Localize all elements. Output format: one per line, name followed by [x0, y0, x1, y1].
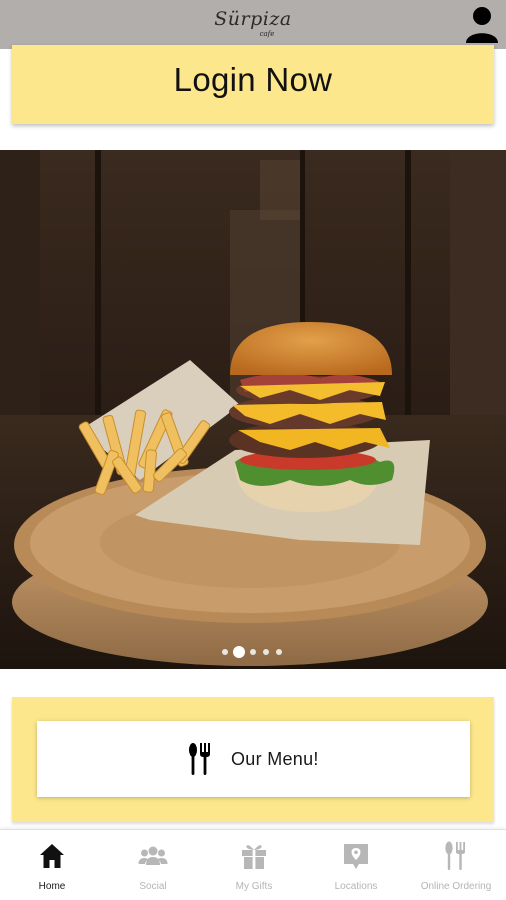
nav-home-label: Home: [38, 881, 66, 892]
profile-button[interactable]: [462, 3, 502, 45]
nav-online-ordering-label: Online Ordering: [420, 881, 492, 892]
login-now-button[interactable]: Login Now: [12, 45, 494, 124]
logo-text: Sürpiza: [214, 8, 292, 30]
nav-my-gifts[interactable]: My Gifts: [202, 830, 306, 900]
top-app-bar: Sürpiza cafe: [0, 0, 506, 49]
nav-locations-label: Locations: [334, 881, 378, 892]
nav-social[interactable]: Social: [104, 830, 202, 900]
utensils-icon: [189, 743, 210, 775]
our-menu-button[interactable]: Our Menu!: [37, 721, 470, 797]
burger-and-fries-image: [0, 150, 506, 669]
logo-subtext: cafe: [259, 30, 275, 38]
carousel-pagination: [222, 645, 286, 659]
carousel-dot-2[interactable]: [233, 646, 245, 658]
nav-social-label: Social: [139, 881, 167, 892]
brand-logo: Sürpiza cafe: [200, 8, 306, 42]
home-icon: [40, 844, 64, 868]
carousel-dot-5[interactable]: [276, 649, 282, 655]
carousel-dot-3[interactable]: [250, 649, 256, 655]
hero-carousel[interactable]: [0, 150, 506, 669]
bottom-navigation: Home Social My Gifts Locations Online Or…: [0, 829, 506, 900]
login-now-label: Login Now: [173, 61, 333, 98]
menu-section: Our Menu!: [12, 697, 494, 822]
people-icon: [138, 846, 168, 865]
carousel-dot-4[interactable]: [263, 649, 269, 655]
app-screen: Sürpiza cafe Login Now Our Menu! Home So…: [0, 0, 506, 900]
our-menu-label: Our Menu!: [231, 749, 319, 769]
nav-online-ordering[interactable]: Online Ordering: [406, 830, 506, 900]
map-pin-icon: [344, 844, 368, 869]
nav-my-gifts-label: My Gifts: [235, 881, 273, 892]
user-icon: [466, 7, 498, 43]
gift-icon: [242, 845, 266, 869]
nav-locations[interactable]: Locations: [306, 830, 406, 900]
nav-home[interactable]: Home: [0, 830, 104, 900]
utensils-icon: [445, 841, 465, 870]
carousel-dot-1[interactable]: [222, 649, 228, 655]
